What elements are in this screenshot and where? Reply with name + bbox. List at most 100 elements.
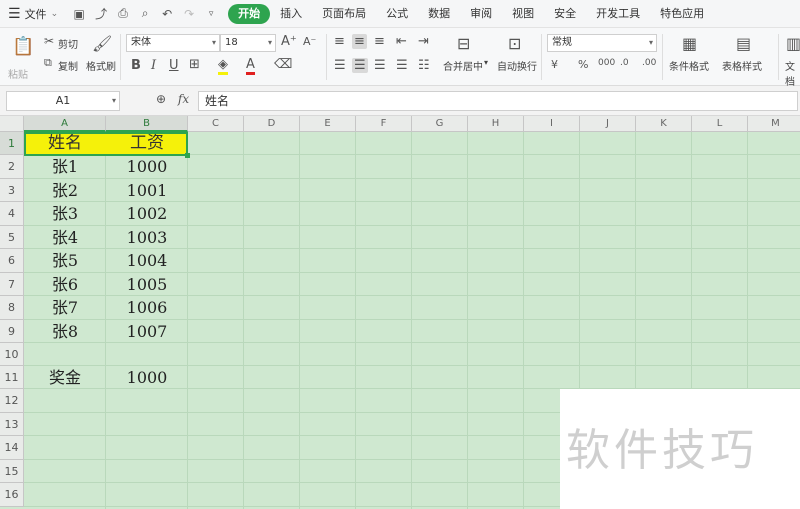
tab-review[interactable]: 审阅 (460, 4, 502, 24)
font-family-select[interactable]: 宋体 ▾ (126, 34, 220, 52)
column-header-d[interactable]: D (244, 116, 300, 132)
cell-b8[interactable]: 1006 (106, 296, 188, 320)
tab-insert[interactable]: 插入 (270, 4, 312, 24)
borders-icon[interactable]: ⊞ (189, 57, 200, 72)
align-left-icon[interactable]: ☰ (334, 58, 346, 73)
font-color-icon[interactable]: A (246, 57, 255, 75)
print-preview-icon[interactable]: ⌕ (138, 6, 152, 21)
cell-a5[interactable]: 张4 (24, 226, 106, 249)
tab-security[interactable]: 安全 (544, 4, 586, 24)
row-header-13[interactable]: 13 (0, 413, 24, 436)
row-header-2[interactable]: 2 (0, 155, 24, 179)
row-header-11[interactable]: 11 (0, 366, 24, 389)
document-assist-button[interactable]: 文档 (785, 58, 800, 88)
file-menu[interactable]: ☰ 文件 ⌄ (0, 6, 66, 22)
row-header-15[interactable]: 15 (0, 460, 24, 483)
clear-format-icon[interactable]: ⌫ (274, 57, 292, 72)
undo-icon[interactable]: ↶ (160, 7, 174, 21)
tab-special[interactable]: 特色应用 (650, 4, 714, 24)
tab-developer[interactable]: 开发工具 (586, 4, 650, 24)
export-icon[interactable]: ⤴ (94, 5, 108, 22)
align-right-icon[interactable]: ☰ (374, 58, 386, 73)
column-header-i[interactable]: I (524, 116, 580, 132)
column-header-m[interactable]: M (748, 116, 800, 132)
number-format-select[interactable]: 常规 ▾ (547, 34, 657, 52)
select-all-corner[interactable] (0, 116, 24, 132)
distribute-icon[interactable]: ☷ (418, 58, 430, 73)
cell-a8[interactable]: 张7 (24, 296, 106, 320)
cell-a9[interactable]: 张8 (24, 320, 106, 343)
tab-home[interactable]: 开始 (228, 3, 271, 24)
row-header-1[interactable]: 1 (0, 132, 24, 155)
cell-b9[interactable]: 1007 (106, 320, 188, 343)
table-style-button[interactable]: 表格样式 (722, 58, 762, 73)
cell-a2[interactable]: 张1 (24, 155, 106, 179)
column-header-a[interactable]: A (24, 116, 106, 132)
cell-b7[interactable]: 1005 (106, 273, 188, 296)
percent-icon[interactable]: % (578, 58, 588, 71)
row-header-9[interactable]: 9 (0, 320, 24, 343)
zoom-icon[interactable]: ⊕ (156, 92, 166, 106)
currency-icon[interactable]: ¥ (551, 58, 558, 71)
tab-formulas[interactable]: 公式 (376, 4, 418, 24)
align-center-icon[interactable]: ☰ (352, 58, 368, 73)
tab-page-layout[interactable]: 页面布局 (312, 4, 376, 24)
cell-a3[interactable]: 张2 (24, 179, 106, 202)
print-icon[interactable]: ⎙ (116, 6, 130, 21)
row-header-12[interactable]: 12 (0, 389, 24, 413)
column-header-g[interactable]: G (412, 116, 468, 132)
save-icon[interactable]: ▣ (72, 7, 86, 21)
column-header-e[interactable]: E (300, 116, 356, 132)
decrease-font-icon[interactable]: A⁻ (303, 35, 316, 48)
conditional-format-button[interactable]: 条件格式 (669, 58, 709, 73)
paste-icon[interactable]: 📋 (12, 36, 34, 57)
align-middle-icon[interactable]: ≡ (352, 34, 367, 49)
italic-icon[interactable]: I (151, 58, 156, 73)
thousands-icon[interactable]: 000 (598, 58, 615, 68)
function-icon[interactable]: fx (178, 92, 189, 106)
customize-icon[interactable]: ▿ (204, 9, 218, 19)
cell-b5[interactable]: 1003 (106, 226, 188, 249)
align-top-icon[interactable]: ≡ (334, 34, 345, 49)
row-header-16[interactable]: 16 (0, 483, 24, 507)
justify-icon[interactable]: ☰ (396, 58, 408, 73)
row-header-8[interactable]: 8 (0, 296, 24, 320)
cell-a6[interactable]: 张5 (24, 249, 106, 273)
cell-b4[interactable]: 1002 (106, 202, 188, 226)
wrap-text-button[interactable]: 自动换行 (497, 58, 537, 73)
column-header-c[interactable]: C (188, 116, 244, 132)
column-header-b[interactable]: B (106, 116, 188, 132)
underline-icon[interactable]: U (169, 58, 179, 73)
row-header-14[interactable]: 14 (0, 436, 24, 460)
column-header-k[interactable]: K (636, 116, 692, 132)
column-header-h[interactable]: H (468, 116, 524, 132)
fill-color-icon[interactable]: ◈ (218, 57, 228, 75)
row-header-5[interactable]: 5 (0, 226, 24, 249)
cell-a7[interactable]: 张6 (24, 273, 106, 296)
merge-center-button[interactable]: 合并居中 (443, 58, 483, 73)
cut-button[interactable]: 剪切 (58, 36, 78, 51)
paste-button[interactable]: 粘贴 (8, 66, 28, 81)
decrease-decimal-icon[interactable]: .00 (642, 58, 656, 68)
formula-input[interactable]: 姓名 (198, 91, 798, 111)
format-painter-button[interactable]: 格式刷 (86, 58, 116, 73)
row-header-6[interactable]: 6 (0, 249, 24, 273)
row-header-10[interactable]: 10 (0, 343, 24, 366)
column-header-l[interactable]: L (692, 116, 748, 132)
increase-decimal-icon[interactable]: .0 (620, 58, 629, 68)
column-header-f[interactable]: F (356, 116, 412, 132)
redo-icon[interactable]: ↷ (182, 7, 196, 21)
indent-decrease-icon[interactable]: ⇤ (396, 34, 407, 49)
tab-data[interactable]: 数据 (418, 4, 460, 24)
indent-increase-icon[interactable]: ⇥ (418, 34, 429, 49)
tab-view[interactable]: 视图 (502, 4, 544, 24)
row-header-7[interactable]: 7 (0, 273, 24, 296)
cell-a4[interactable]: 张3 (24, 202, 106, 226)
increase-font-icon[interactable]: A⁺ (281, 34, 297, 49)
bold-icon[interactable]: B (131, 58, 141, 73)
cell-b3[interactable]: 1001 (106, 179, 188, 202)
cell-a11[interactable]: 奖金 (24, 366, 106, 389)
copy-button[interactable]: 复制 (58, 58, 78, 73)
fill-handle[interactable] (185, 153, 190, 158)
column-header-j[interactable]: J (580, 116, 636, 132)
